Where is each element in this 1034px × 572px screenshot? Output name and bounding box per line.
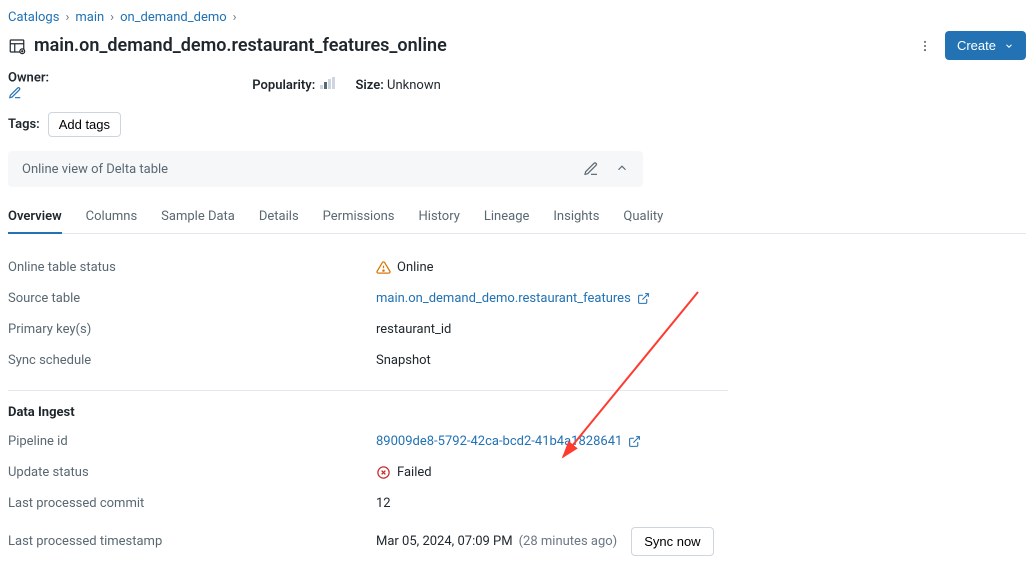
error-icon — [376, 465, 391, 480]
edit-owner-icon[interactable] — [8, 86, 232, 100]
chevron-right-icon: › — [65, 10, 69, 25]
status-label: Online table status — [8, 260, 376, 275]
collapse-description-icon[interactable] — [615, 161, 629, 177]
edit-description-icon[interactable] — [583, 161, 599, 177]
breadcrumb-item[interactable]: on_demand_demo — [120, 10, 227, 25]
external-link-icon[interactable] — [628, 435, 641, 448]
external-link-icon[interactable] — [637, 292, 650, 305]
warning-icon — [376, 260, 391, 275]
source-link[interactable]: main.on_demand_demo.restaurant_features — [376, 291, 631, 306]
description-bar: Online view of Delta table — [8, 151, 643, 187]
overview-panel: Online table status Online Source table … — [8, 252, 728, 564]
tabs: Overview Columns Sample Data Details Per… — [8, 201, 1026, 234]
sched-label: Sync schedule — [8, 353, 376, 368]
more-menu-icon[interactable] — [915, 36, 935, 56]
sync-now-button[interactable]: Sync now — [631, 527, 713, 556]
pipeline-link[interactable]: 89009de8-5792-42ca-bcd2-41b4a1828641 — [376, 434, 622, 449]
chevron-right-icon: › — [233, 10, 237, 25]
tab-quality[interactable]: Quality — [623, 201, 663, 233]
tab-overview[interactable]: Overview — [8, 201, 62, 234]
chevron-down-icon — [1004, 41, 1014, 51]
update-value: Failed — [397, 465, 432, 480]
commit-value: 12 — [376, 496, 728, 511]
pk-value: restaurant_id — [376, 322, 728, 337]
data-ingest-heading: Data Ingest — [8, 390, 728, 420]
size-label: Size: — [355, 78, 383, 93]
tab-insights[interactable]: Insights — [553, 201, 599, 233]
row-last-commit: Last processed commit 12 — [8, 488, 728, 519]
row-update-status: Update status Failed — [8, 457, 728, 488]
row-status: Online table status Online — [8, 252, 728, 283]
table-icon — [8, 37, 26, 55]
owner-value — [52, 70, 232, 86]
tab-lineage[interactable]: Lineage — [484, 201, 530, 233]
tab-sample-data[interactable]: Sample Data — [161, 201, 235, 233]
sched-value: Snapshot — [376, 353, 728, 368]
ts-value: Mar 05, 2024, 07:09 PM — [376, 534, 513, 549]
update-label: Update status — [8, 465, 376, 480]
pipeline-label: Pipeline id — [8, 434, 376, 449]
breadcrumb-item[interactable]: Catalogs — [8, 10, 59, 25]
breadcrumb-item[interactable]: main — [75, 10, 104, 25]
owner-label: Owner: — [8, 70, 49, 85]
title-row: main.on_demand_demo.restaurant_features_… — [8, 31, 1026, 60]
row-sync-schedule: Sync schedule Snapshot — [8, 345, 728, 376]
tab-permissions[interactable]: Permissions — [323, 201, 395, 233]
chevron-right-icon: › — [110, 10, 114, 25]
popularity-label: Popularity: — [252, 78, 315, 93]
row-source-table: Source table main.on_demand_demo.restaur… — [8, 283, 728, 314]
tab-details[interactable]: Details — [259, 201, 299, 233]
row-primary-key: Primary key(s) restaurant_id — [8, 314, 728, 345]
row-pipeline-id: Pipeline id 89009de8-5792-42ca-bcd2-41b4… — [8, 426, 728, 457]
create-label: Create — [957, 38, 996, 53]
create-button[interactable]: Create — [945, 31, 1026, 60]
row-last-timestamp: Last processed timestamp Mar 05, 2024, 0… — [8, 519, 728, 564]
source-label: Source table — [8, 291, 376, 306]
tab-columns[interactable]: Columns — [86, 201, 138, 233]
size-value: Unknown — [387, 78, 441, 93]
add-tags-button[interactable]: Add tags — [48, 112, 121, 137]
tags-row: Tags: Add tags — [8, 112, 1026, 137]
tags-label: Tags: — [8, 117, 40, 132]
status-value: Online — [397, 260, 434, 275]
commit-label: Last processed commit — [8, 496, 376, 511]
ts-label: Last processed timestamp — [8, 534, 376, 549]
pk-label: Primary key(s) — [8, 322, 376, 337]
description-text: Online view of Delta table — [22, 162, 168, 177]
page-title: main.on_demand_demo.restaurant_features_… — [34, 35, 447, 56]
ts-relative: (28 minutes ago) — [519, 534, 618, 549]
popularity-bars-icon — [320, 77, 335, 89]
breadcrumb: Catalogs › main › on_demand_demo › — [8, 8, 1026, 31]
tab-history[interactable]: History — [419, 201, 460, 233]
meta-row: Owner: Popularity: Size: Unknown — [8, 70, 1026, 100]
